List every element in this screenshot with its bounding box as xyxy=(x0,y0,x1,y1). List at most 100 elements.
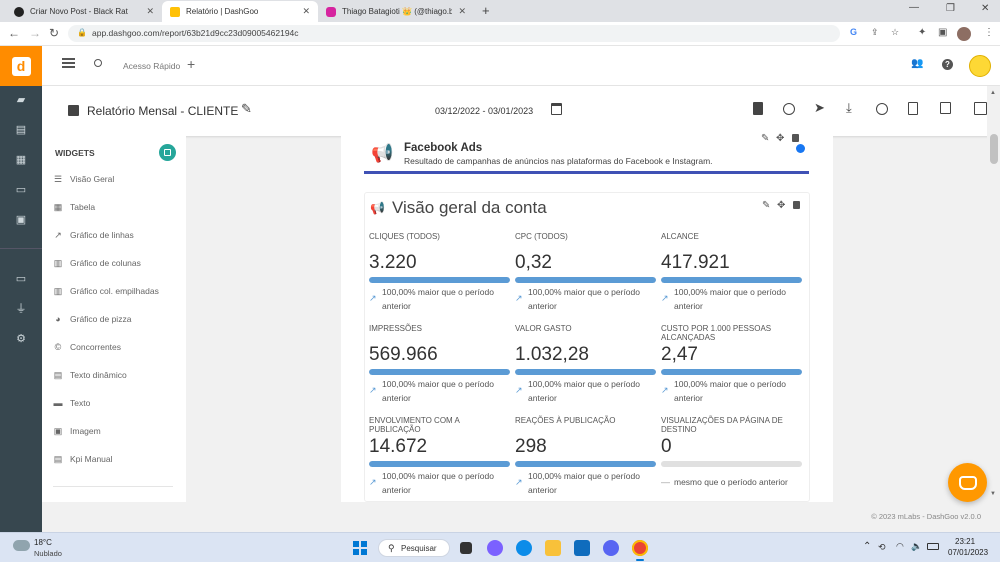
trash-icon[interactable] xyxy=(792,134,799,142)
sync-icon[interactable]: ⟲ xyxy=(878,542,886,553)
widget-item-kpi-manual[interactable]: ▤ Kpi Manual xyxy=(53,452,113,466)
edit-pencil-icon[interactable]: ✎ xyxy=(762,200,770,211)
widget-item-imagem[interactable]: ▣ Imagem xyxy=(53,424,101,438)
close-icon[interactable]: ✕ xyxy=(458,6,466,17)
weather-desc[interactable]: Nublado xyxy=(34,549,62,558)
library-icon[interactable]: ▣ xyxy=(15,214,27,226)
chrome-icon[interactable] xyxy=(632,540,648,556)
google-icon[interactable]: G xyxy=(850,27,857,37)
move-icon[interactable]: ✥ xyxy=(777,200,785,211)
widget-item-visao-geral[interactable]: ☰ Visão Geral xyxy=(53,172,114,186)
trend-up-icon: ↗ xyxy=(515,477,523,487)
widget-item-grafico-colunas[interactable]: ▥ Gráfico de colunas xyxy=(53,256,141,270)
minimize-icon[interactable]: — xyxy=(909,2,919,13)
close-window-icon[interactable]: ✕ xyxy=(981,3,989,14)
scroll-thumb[interactable] xyxy=(990,134,998,164)
plug-icon[interactable]: ⏚ xyxy=(15,303,27,315)
weather-temp[interactable]: 18°C xyxy=(34,538,52,547)
extensions-icon[interactable]: ✦ xyxy=(918,27,926,38)
close-icon[interactable]: ✕ xyxy=(146,6,154,17)
gear-icon[interactable]: ⚙ xyxy=(15,333,27,345)
scroll-down-arrow[interactable]: ▼ xyxy=(990,491,996,497)
trash-icon[interactable] xyxy=(793,201,800,209)
overview-card[interactable]: 📢 Visão geral da conta ✎ ✥ CLIQUES (TODO… xyxy=(364,192,810,502)
close-icon[interactable]: ✕ xyxy=(302,6,310,17)
chat-launcher-button[interactable] xyxy=(948,463,987,502)
windows-start-icon[interactable] xyxy=(353,541,367,555)
edit-pencil-icon[interactable]: ✎ xyxy=(241,101,252,117)
date-range[interactable]: 03/12/2022 - 03/01/2023 xyxy=(435,106,533,116)
send-icon[interactable]: ➤ xyxy=(814,100,825,116)
share-icon[interactable]: ⇪ xyxy=(871,27,879,38)
scroll-up-arrow[interactable]: ▲ xyxy=(990,90,996,96)
back-icon[interactable]: ← xyxy=(8,26,20,40)
widget-item-texto[interactable]: ▬ Texto xyxy=(53,396,91,410)
battery-icon[interactable] xyxy=(927,543,939,550)
chat-app-icon[interactable] xyxy=(487,540,503,556)
task-view-icon[interactable] xyxy=(460,542,472,554)
team-icon[interactable]: 👥 xyxy=(911,58,923,69)
reload-icon[interactable]: ↻ xyxy=(49,26,59,40)
maximize-icon[interactable]: ❐ xyxy=(946,3,955,14)
chevron-up-icon[interactable]: ⌃ xyxy=(863,541,871,552)
monitor-icon[interactable]: ▭ xyxy=(15,273,27,285)
widgets-header: WIDGETS xyxy=(55,148,95,158)
duplicate-icon[interactable] xyxy=(940,102,951,114)
search-icon[interactable] xyxy=(94,59,102,67)
volume-icon[interactable]: 🔈 xyxy=(911,541,922,552)
edit-pencil-icon[interactable]: ✎ xyxy=(761,133,769,144)
clock-date[interactable]: 07/01/2023 xyxy=(948,548,988,557)
kpi-trend-text: 100,00% maior que o período anterior xyxy=(382,471,494,495)
browser-tab[interactable]: Thiago Batagioti 👑 (@thiago.ba ✕ xyxy=(318,1,474,22)
menu-kebab-icon[interactable]: ⋮ xyxy=(984,27,994,38)
mail-icon[interactable] xyxy=(574,540,590,556)
new-tab-icon[interactable]: + xyxy=(482,3,490,18)
gallery-icon[interactable] xyxy=(974,102,987,115)
wifi-icon[interactable]: ◠ xyxy=(896,541,904,552)
widget-item-grafico-empilhadas[interactable]: ▥ Gráfico col. empilhadas xyxy=(53,284,159,298)
widget-item-tabela[interactable]: ▦ Tabela xyxy=(53,200,95,214)
help-icon[interactable]: ? xyxy=(942,59,953,70)
discord-icon[interactable] xyxy=(603,540,619,556)
whatsapp-icon[interactable] xyxy=(876,103,888,115)
facebook-ads-card[interactable]: 📢 Facebook Ads Resultado de campanhas de… xyxy=(364,133,809,174)
file-explorer-icon[interactable] xyxy=(545,540,561,556)
kpi-progress-bar xyxy=(661,461,802,467)
profile-avatar[interactable] xyxy=(957,27,971,41)
browser-tab-active[interactable]: Relatório | DashGoo ✕ xyxy=(162,1,318,22)
widget-item-texto-dinamico[interactable]: ▤ Texto dinâmico xyxy=(53,368,127,382)
alarm-icon[interactable] xyxy=(783,103,795,115)
tab-title: Thiago Batagioti 👑 (@thiago.ba xyxy=(342,7,453,16)
calendar-icon[interactable] xyxy=(551,103,562,115)
stacked-chart-icon: ▥ xyxy=(53,286,63,296)
taskbar-search-box[interactable]: ⚲ Pesquisar xyxy=(378,539,450,557)
kpi-label: ALCANCE xyxy=(661,232,699,241)
download-icon[interactable]: ⤓ xyxy=(846,100,852,116)
dashboard-icon[interactable]: ▦ xyxy=(15,154,27,166)
user-avatar[interactable] xyxy=(969,55,991,77)
forward-icon[interactable]: → xyxy=(29,26,41,40)
widget-item-grafico-pizza[interactable]: ◕ Gráfico de pizza xyxy=(53,312,131,326)
add-quick-access-icon[interactable]: + xyxy=(187,56,195,72)
briefcase-icon[interactable]: ▰ xyxy=(15,94,27,106)
browser-tab[interactable]: Criar Novo Post - Black Rat ✕ xyxy=(6,1,162,22)
widget-item-grafico-linhas[interactable]: ↗ Gráfico de linhas xyxy=(53,228,134,242)
url-input[interactable]: 🔒 app.dashgoo.com/report/63b21d9cc23d090… xyxy=(68,25,899,42)
bookmark-star-icon[interactable]: ☆ xyxy=(891,27,899,38)
presentation-icon[interactable]: ▭ xyxy=(15,184,27,196)
hamburger-menu-icon[interactable] xyxy=(62,58,75,68)
document-icon[interactable] xyxy=(753,102,763,115)
dashgoo-logo[interactable]: d xyxy=(0,46,42,86)
edge-icon[interactable] xyxy=(516,540,532,556)
clock-time[interactable]: 23:21 xyxy=(955,537,975,546)
move-icon[interactable]: ✥ xyxy=(776,133,784,144)
quick-access-label[interactable]: Acesso Rápido xyxy=(123,61,180,71)
widget-item-concorrentes[interactable]: © Concorrentes xyxy=(53,340,121,354)
sidebar-icon[interactable]: ▣ xyxy=(938,27,947,38)
kpi-trend: ↗ 100,00% maior que o período anterior xyxy=(515,377,656,405)
widgets-toggle-button[interactable] xyxy=(159,144,176,161)
kpi-progress-bar xyxy=(515,277,656,283)
copy-icon[interactable] xyxy=(908,102,918,115)
page-scrollbar[interactable]: ▲ ▼ xyxy=(987,86,1000,502)
report-icon[interactable]: ▤ xyxy=(15,124,27,136)
